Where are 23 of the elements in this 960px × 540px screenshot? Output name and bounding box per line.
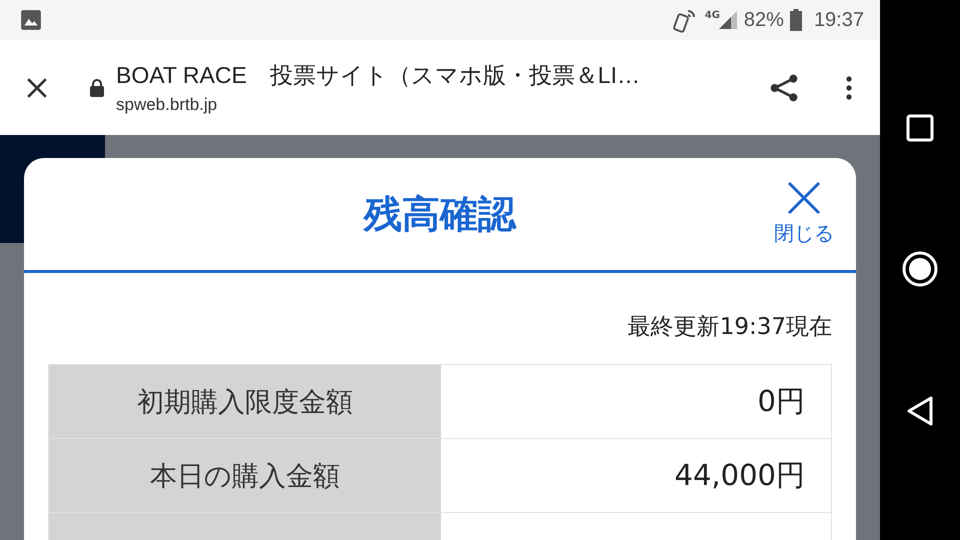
battery-percent: 82% [744, 8, 784, 32]
close-icon [785, 180, 823, 216]
share-icon [768, 72, 800, 104]
close-icon [26, 76, 48, 98]
lock-icon [90, 78, 104, 96]
table-cell-text: 0円 [756, 382, 806, 420]
table-row-label: 本日の購入金額 [49, 439, 441, 512]
dialog-title: 残高確認 [364, 190, 516, 238]
more-icon [846, 74, 852, 100]
back-button[interactable] [906, 396, 934, 426]
page-title: BOAT RACE 投票サイト（スマホ版・投票＆LI… [116, 61, 641, 90]
table-cell-text: 44,000円 [674, 456, 806, 494]
home-button[interactable] [901, 250, 939, 288]
close-button[interactable]: 閉じる [774, 180, 834, 247]
signal-icon [718, 10, 738, 30]
page-url: spweb.brtb.jp [116, 95, 218, 115]
last-updated-text: 最終更新19:37現在 [626, 313, 832, 342]
network-type: 4G [704, 10, 720, 20]
table-row-label: 初期購入限度金額 [49, 365, 441, 438]
overview-button[interactable] [906, 114, 934, 142]
image-icon [20, 9, 42, 31]
clock: 19:37 [814, 8, 864, 32]
battery-icon [790, 9, 802, 31]
